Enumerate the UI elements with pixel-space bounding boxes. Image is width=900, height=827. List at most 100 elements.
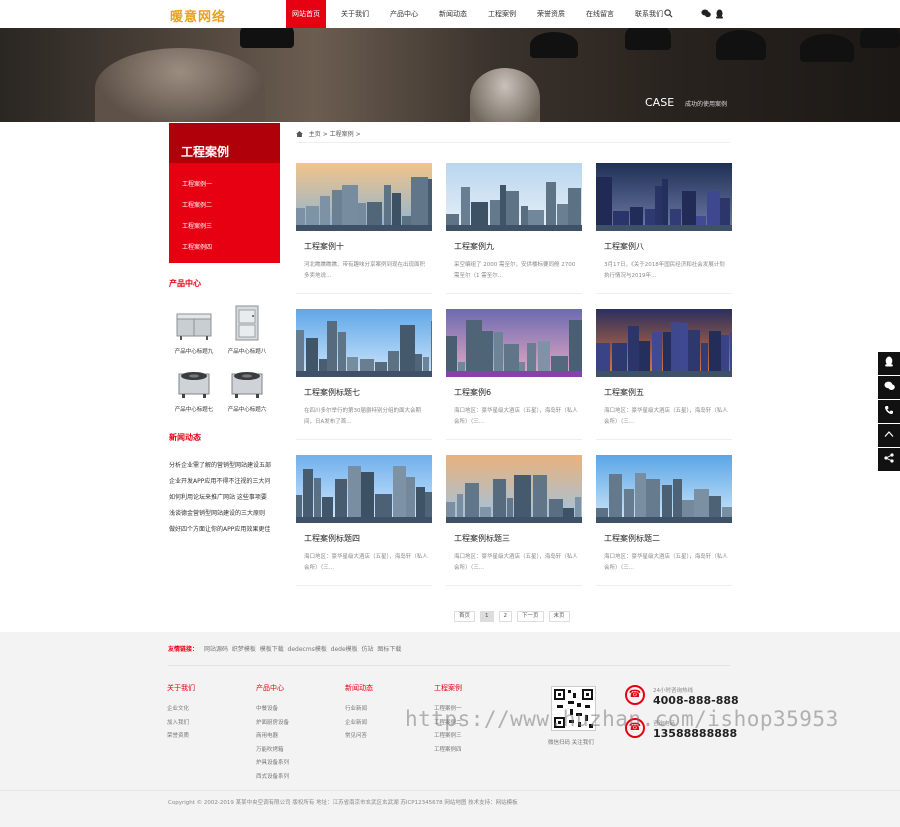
case-card[interactable]: 工程案例标题四 海口地区：豪华星级大酒店（五星），海岛轩（私人会所）（三... bbox=[296, 455, 432, 586]
friend-link[interactable]: 图标下载 bbox=[377, 644, 401, 653]
case-image[interactable] bbox=[446, 455, 582, 523]
footer-link[interactable]: 西式设备系列 bbox=[256, 771, 336, 785]
footer-column-title[interactable]: 工程案例 bbox=[434, 683, 514, 693]
share-float-button[interactable] bbox=[878, 448, 900, 471]
nav-item-honors[interactable]: 荣誉资质 bbox=[531, 0, 571, 28]
footer-link[interactable]: 万能吹烤箱 bbox=[256, 744, 336, 758]
back-to-top-button[interactable] bbox=[878, 424, 900, 447]
product-image[interactable] bbox=[227, 362, 267, 402]
nav-item-products[interactable]: 产品中心 bbox=[384, 0, 424, 28]
footer-link[interactable]: 常见问答 bbox=[345, 730, 425, 744]
footer-link[interactable]: 工程案例三 bbox=[434, 730, 514, 744]
case-title[interactable]: 工程案例标题七 bbox=[304, 387, 360, 398]
friend-link[interactable]: 仿站 bbox=[362, 644, 374, 653]
sidebar-item-case3[interactable]: 工程案例三 bbox=[169, 216, 280, 237]
phone-float-button[interactable] bbox=[878, 400, 900, 423]
news-list-item[interactable]: 分析企业需了解的营销型网站建设五部 bbox=[169, 458, 284, 474]
banner-lamp-graphic bbox=[800, 34, 854, 62]
product-item[interactable]: 产品中心标题七 bbox=[169, 362, 219, 413]
footer-column-title[interactable]: 产品中心 bbox=[256, 683, 336, 693]
product-caption[interactable]: 产品中心标题六 bbox=[222, 405, 272, 413]
product-image[interactable] bbox=[227, 304, 267, 344]
news-list-item[interactable]: 企业开发APP应用不得不注视的三大问 bbox=[169, 474, 284, 490]
wechat-float-button[interactable] bbox=[878, 376, 900, 399]
friend-link[interactable]: 织梦模板 bbox=[232, 644, 256, 653]
nav-item-about[interactable]: 关于我们 bbox=[335, 0, 375, 28]
friend-link[interactable]: 模板下载 bbox=[260, 644, 284, 653]
case-card[interactable]: 工程案例九 采空编组了 2000 需至尔，安供楼标要同舱 2700 需至尔（1 需… bbox=[446, 163, 582, 294]
footer-link[interactable]: 炉具设备系列 bbox=[256, 757, 336, 771]
search-icon[interactable] bbox=[663, 9, 673, 19]
footer-link[interactable]: 炉面厨房设备 bbox=[256, 717, 336, 731]
footer-link[interactable]: 企业文化 bbox=[167, 703, 247, 717]
case-card[interactable]: 工程案例6 海口地区：豪华星级大酒店（五星），海岛轩（私人会所）（三... bbox=[446, 309, 582, 440]
footer-link[interactable]: 荣誉资质 bbox=[167, 730, 247, 744]
nav-item-cases[interactable]: 工程案例 bbox=[482, 0, 522, 28]
footer-link[interactable]: 商用电器 bbox=[256, 730, 336, 744]
qq-icon[interactable] bbox=[714, 9, 724, 19]
case-title[interactable]: 工程案例6 bbox=[454, 387, 491, 398]
product-item[interactable]: 产品中心标题八 bbox=[222, 304, 272, 355]
case-image[interactable] bbox=[596, 309, 732, 377]
case-card[interactable]: 工程案例标题七 在四川多尔举行的第30届爵特别分组的面大会期间，日A发布了首... bbox=[296, 309, 432, 440]
case-image[interactable] bbox=[596, 163, 732, 231]
product-image[interactable] bbox=[174, 304, 214, 344]
footer-link[interactable]: 中餐设备 bbox=[256, 703, 336, 717]
friend-link[interactable]: 网站源码 bbox=[204, 644, 228, 653]
nav-item-home[interactable]: 网站首页 bbox=[286, 0, 326, 28]
case-card[interactable]: 工程案例五 海口地区：豪华星级大酒店（五星），海岛轩（私人会所）（三... bbox=[596, 309, 732, 440]
qq-float-button[interactable] bbox=[878, 352, 900, 375]
case-title[interactable]: 工程案例标题三 bbox=[454, 533, 510, 544]
chevron-up-icon bbox=[884, 431, 894, 437]
product-caption[interactable]: 产品中心标题八 bbox=[222, 347, 272, 355]
home-icon[interactable] bbox=[296, 131, 305, 138]
footer-link[interactable]: 工程案例四 bbox=[434, 744, 514, 758]
sidebar-item-case4[interactable]: 工程案例四 bbox=[169, 237, 280, 258]
case-title[interactable]: 工程案例五 bbox=[604, 387, 644, 398]
news-list-item[interactable]: 如何利用论坛来推广网站 这些事项要 bbox=[169, 490, 284, 506]
case-title[interactable]: 工程案例标题四 bbox=[304, 533, 360, 544]
footer-link[interactable]: 加入我们 bbox=[167, 717, 247, 731]
page-last[interactable]: 末页 bbox=[548, 611, 570, 622]
case-image[interactable] bbox=[296, 455, 432, 523]
sidebar-item-case1[interactable]: 工程案例一 bbox=[169, 174, 280, 195]
news-list-item[interactable]: 浅谈德金营销型网站建设的三大原则 bbox=[169, 506, 284, 522]
product-caption[interactable]: 产品中心标题七 bbox=[169, 405, 219, 413]
footer-column-title[interactable]: 新闻动态 bbox=[345, 683, 425, 693]
building-graphic bbox=[628, 326, 639, 377]
product-caption[interactable]: 产品中心标题九 bbox=[169, 347, 219, 355]
case-card[interactable]: 工程案例标题三 海口地区：豪华星级大酒店（五星），海岛轩（私人会所）（三... bbox=[446, 455, 582, 586]
product-item[interactable]: 产品中心标题九 bbox=[169, 304, 219, 355]
case-title[interactable]: 工程案例九 bbox=[454, 241, 494, 252]
page-next[interactable]: 下一页 bbox=[517, 611, 544, 622]
friend-link[interactable]: dedecms模板 bbox=[288, 644, 327, 653]
case-image[interactable] bbox=[446, 309, 582, 377]
case-title[interactable]: 工程案例八 bbox=[604, 241, 644, 252]
product-item[interactable]: 产品中心标题六 bbox=[222, 362, 272, 413]
page-number[interactable]: 1 bbox=[480, 611, 494, 622]
news-list-item[interactable]: 做好四个方面让你的APP应用效果更佳 bbox=[169, 522, 284, 538]
page-number[interactable]: 2 bbox=[498, 611, 513, 622]
product-image[interactable] bbox=[174, 362, 214, 402]
wechat-icon[interactable] bbox=[701, 9, 711, 19]
case-card[interactable]: 工程案例八 3月17日，《关于2018年国民经济和社会发展计划执行情况与2019年… bbox=[596, 163, 732, 294]
case-card[interactable]: 工程案例十 河北瞧瞧瞧瞧、带有趣味分享案例到现在出现面积多卖地说... bbox=[296, 163, 432, 294]
case-image[interactable] bbox=[296, 163, 432, 231]
friend-link[interactable]: dede模板 bbox=[331, 644, 358, 653]
case-image[interactable] bbox=[446, 163, 582, 231]
footer-column-title[interactable]: 关于我们 bbox=[167, 683, 247, 693]
case-image[interactable] bbox=[296, 309, 432, 377]
hotline-number[interactable]: 4008-888-888 bbox=[653, 694, 739, 707]
case-title[interactable]: 工程案例十 bbox=[304, 241, 344, 252]
site-logo[interactable]: 暖意网络 bbox=[170, 6, 226, 25]
case-title[interactable]: 工程案例标题二 bbox=[604, 533, 660, 544]
breadcrumb-home[interactable]: 主页 bbox=[309, 131, 321, 138]
nav-item-news[interactable]: 新闻动态 bbox=[433, 0, 473, 28]
nav-item-message[interactable]: 在线留言 bbox=[580, 0, 620, 28]
building-graphic bbox=[303, 469, 313, 523]
breadcrumb-current[interactable]: 工程案例 bbox=[330, 131, 354, 138]
case-card[interactable]: 工程案例标题二 海口地区：豪华星级大酒店（五星），海岛轩（私人会所）（三... bbox=[596, 455, 732, 586]
sidebar-item-case2[interactable]: 工程案例二 bbox=[169, 195, 280, 216]
page-first[interactable]: 首页 bbox=[454, 611, 476, 622]
case-image[interactable] bbox=[596, 455, 732, 523]
